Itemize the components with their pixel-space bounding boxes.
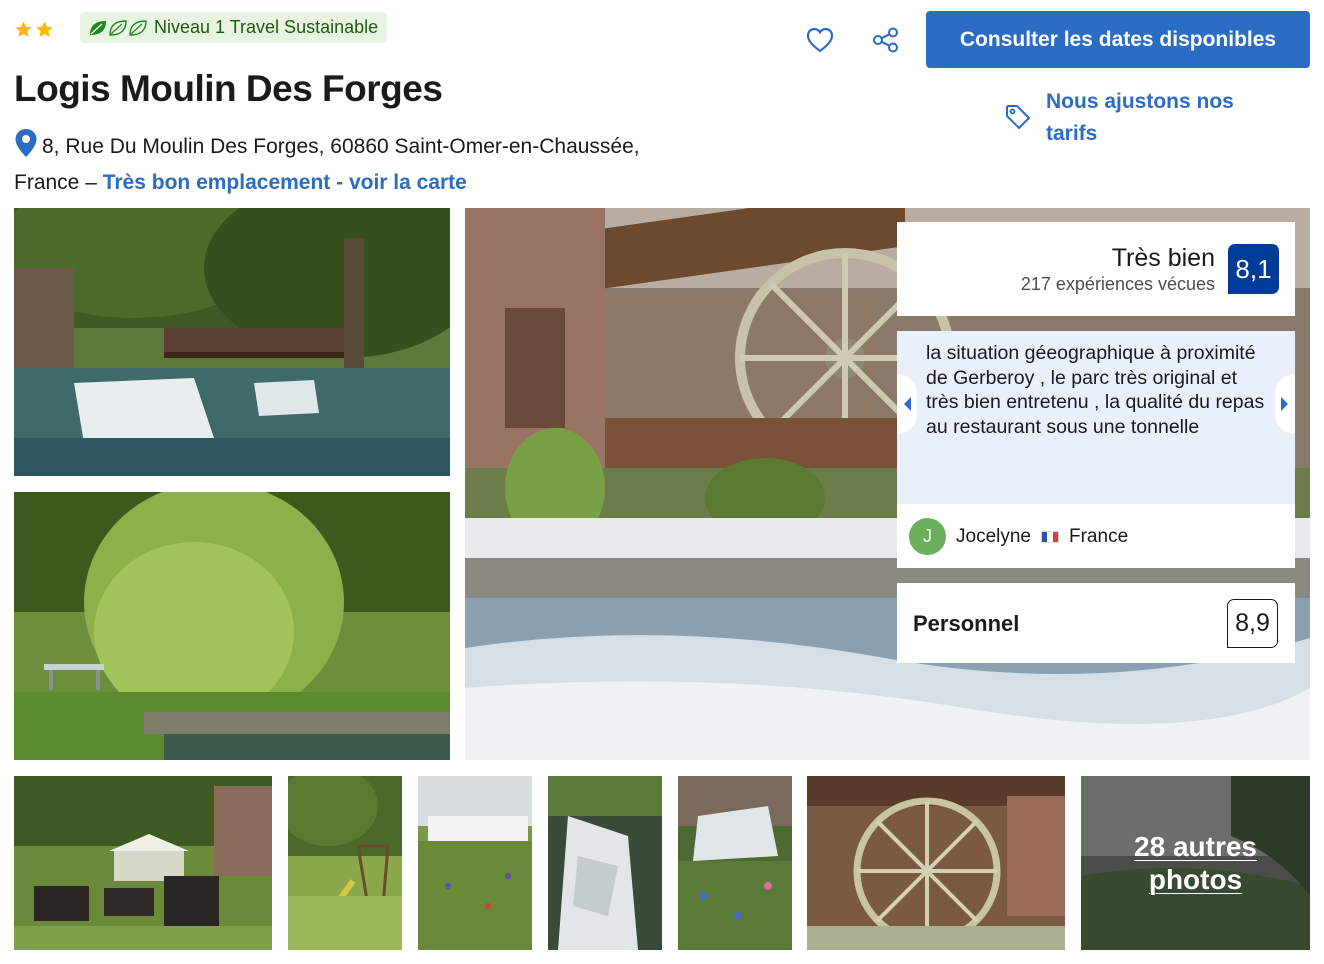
chevron-right-icon	[1281, 397, 1288, 411]
leaf-outline-icon	[129, 19, 147, 36]
map-pin-icon	[15, 129, 37, 157]
review-author: J Jocelyne France	[909, 518, 1128, 555]
chevron-left-icon	[904, 397, 911, 411]
heart-icon	[806, 27, 834, 53]
page-title: Logis Moulin Des Forges	[14, 68, 443, 109]
france-flag-icon	[1041, 530, 1059, 543]
review-text: la situation géeographique à proximité d…	[926, 342, 1265, 438]
price-tag-icon	[1006, 105, 1030, 129]
star-rating	[14, 20, 54, 39]
rating-word: Très bien	[1111, 244, 1215, 272]
review-score-badge: 8,1	[1228, 244, 1279, 294]
stream-rapids-photo	[548, 776, 662, 950]
playground-photo	[288, 776, 402, 950]
gallery-photo[interactable]	[14, 208, 450, 476]
gallery-photo[interactable]	[14, 492, 450, 760]
review-count: 217 expériences vécues	[1020, 274, 1215, 294]
waterfall-bridge-photo	[14, 208, 450, 476]
show-map-link[interactable]: Très bon emplacement - voir la carte	[103, 171, 467, 194]
marquee-tent-photo	[418, 776, 532, 950]
price-match-link[interactable]: Nous ajustons nos tarifs	[1004, 86, 1261, 150]
wildflowers-photo	[678, 776, 792, 950]
gallery-thumbnail[interactable]	[678, 776, 792, 950]
leaf-icons	[88, 19, 148, 37]
author-country: France	[1069, 525, 1129, 547]
star-icon	[36, 21, 53, 37]
avatar: J	[909, 518, 946, 555]
staff-score-badge: 8,9	[1227, 599, 1278, 648]
willow-garden-photo	[14, 492, 450, 760]
previous-review-button[interactable]	[897, 374, 917, 434]
review-quote-area: la situation géeographique à proximité d…	[897, 331, 1295, 504]
staff-score-card[interactable]: Personnel 8,9	[897, 583, 1295, 663]
gallery-thumbnail[interactable]	[288, 776, 402, 950]
address-line: 8, Rue Du Moulin Des Forges, 60860 Saint…	[42, 135, 640, 158]
gallery-thumbnail[interactable]	[548, 776, 662, 950]
more-photos-overlay: 28 autres photos	[1081, 776, 1310, 950]
next-review-button[interactable]	[1275, 374, 1295, 434]
staff-label: Personnel	[913, 611, 1020, 636]
price-match-label: Nous ajustons nos tarifs	[1046, 90, 1234, 145]
share-button[interactable]	[868, 22, 904, 58]
leaf-filled-icon	[90, 20, 106, 35]
author-name: Jocelyne	[956, 525, 1031, 547]
more-photos-button[interactable]: 28 autres photos	[1081, 776, 1310, 950]
address: 8, Rue Du Moulin Des Forges, 60860 Saint…	[14, 128, 734, 201]
share-icon	[873, 27, 898, 53]
mill-wheel-thumbnail-photo	[807, 776, 1065, 950]
sustainability-label: Niveau 1 Travel Sustainable	[154, 17, 379, 37]
review-score-card[interactable]: Très bien 217 expériences vécues 8,1	[897, 222, 1295, 316]
gallery-thumbnail[interactable]	[14, 776, 272, 950]
garden-furniture-photo	[14, 776, 272, 950]
gallery-thumbnail[interactable]	[807, 776, 1065, 950]
gallery-thumbnail[interactable]	[418, 776, 532, 950]
more-photos-label: 28 autres photos	[1134, 831, 1257, 895]
check-availability-button[interactable]: Consulter les dates disponibles	[926, 11, 1310, 68]
address-country: France –	[14, 171, 103, 194]
star-icon	[15, 21, 32, 37]
review-card: la situation géeographique à proximité d…	[897, 331, 1295, 568]
leaf-outline-icon	[109, 19, 127, 36]
favorite-button[interactable]	[802, 22, 838, 58]
sustainability-badge[interactable]: Niveau 1 Travel Sustainable	[80, 12, 388, 43]
